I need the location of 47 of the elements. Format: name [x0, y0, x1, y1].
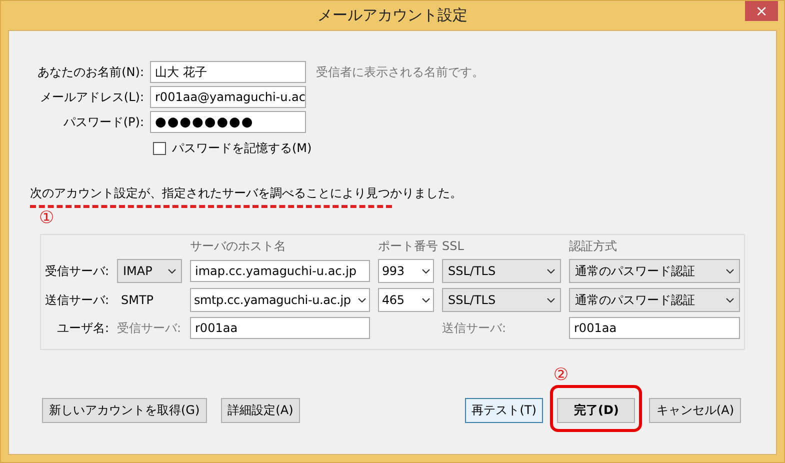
port-combobox[interactable]: 465: [378, 288, 434, 312]
caret-icon: [726, 298, 734, 302]
ssl-dropdown[interactable]: SSL/TLS: [442, 259, 561, 283]
row-label: 送信サーバ:: [44, 292, 109, 308]
dialog-button[interactable]: キャンセル(A): [649, 398, 741, 423]
protocol-text: SMTP: [120, 293, 155, 307]
row-label: ユーザ名:: [56, 320, 109, 336]
caret-icon: [168, 268, 176, 274]
username-field[interactable]: r001aa: [190, 317, 370, 339]
column-header: 認証方式: [569, 238, 618, 254]
caret-icon: [547, 268, 555, 274]
caret-icon: [358, 298, 366, 302]
dialog-button[interactable]: 完了(D): [557, 398, 636, 423]
auth-dropdown[interactable]: 通常のパスワード認証: [569, 259, 740, 283]
column-header: サーバのホスト名: [190, 238, 287, 254]
field-label: あなたのお名前(N):: [36, 64, 145, 80]
caret-icon: [547, 298, 555, 302]
port-combobox[interactable]: 993: [378, 259, 434, 283]
field-label: パスワード(P):: [62, 114, 145, 130]
field-hint: 受信者に表示される名前です。: [316, 64, 484, 80]
row-label: 受信サーバ:: [44, 262, 109, 280]
field-label: 送信サーバ:: [442, 320, 508, 336]
auth-dropdown[interactable]: 通常のパスワード認証: [569, 288, 740, 312]
caret-icon: [726, 268, 734, 274]
checkbox-label[interactable]: パスワードを記憶する(M): [172, 140, 312, 156]
field-label: メールアドレス(L):: [38, 88, 145, 106]
host-combobox[interactable]: smtp.cc.yamaguchi-u.ac.jp: [190, 288, 370, 312]
annotation-number: ①: [39, 209, 54, 227]
ssl-dropdown[interactable]: SSL/TLS: [442, 288, 561, 312]
dialog-button[interactable]: 再テスト(T): [464, 398, 544, 423]
caret-icon: [422, 268, 430, 274]
text-field[interactable]: 山大 花子: [150, 61, 306, 83]
column-header: SSL: [442, 239, 465, 253]
annotation-number: ②: [553, 366, 569, 384]
field-label: 受信サーバ:: [117, 320, 182, 336]
protocol-dropdown[interactable]: IMAP: [117, 259, 182, 283]
dialog-button[interactable]: 詳細設定(A): [220, 398, 300, 423]
caret-icon: [422, 298, 430, 302]
dialog-button[interactable]: 新しいアカウントを取得(G): [42, 398, 207, 423]
text-field[interactable]: r001aa@yamaguchi-u.ac: [150, 86, 306, 108]
username-field[interactable]: r001aa: [569, 317, 740, 339]
password-field[interactable]: ●●●●●●●●: [150, 111, 306, 133]
host-field[interactable]: imap.cc.yamaguchi-u.ac.jp: [190, 260, 370, 282]
status-message: 次のアカウント設定が、指定されたサーバを調べることにより見つかりました。: [30, 186, 462, 200]
window-title: メールアカウント設定: [318, 6, 468, 25]
checkbox[interactable]: [153, 142, 166, 154]
close-button[interactable]: ×: [745, 1, 778, 21]
